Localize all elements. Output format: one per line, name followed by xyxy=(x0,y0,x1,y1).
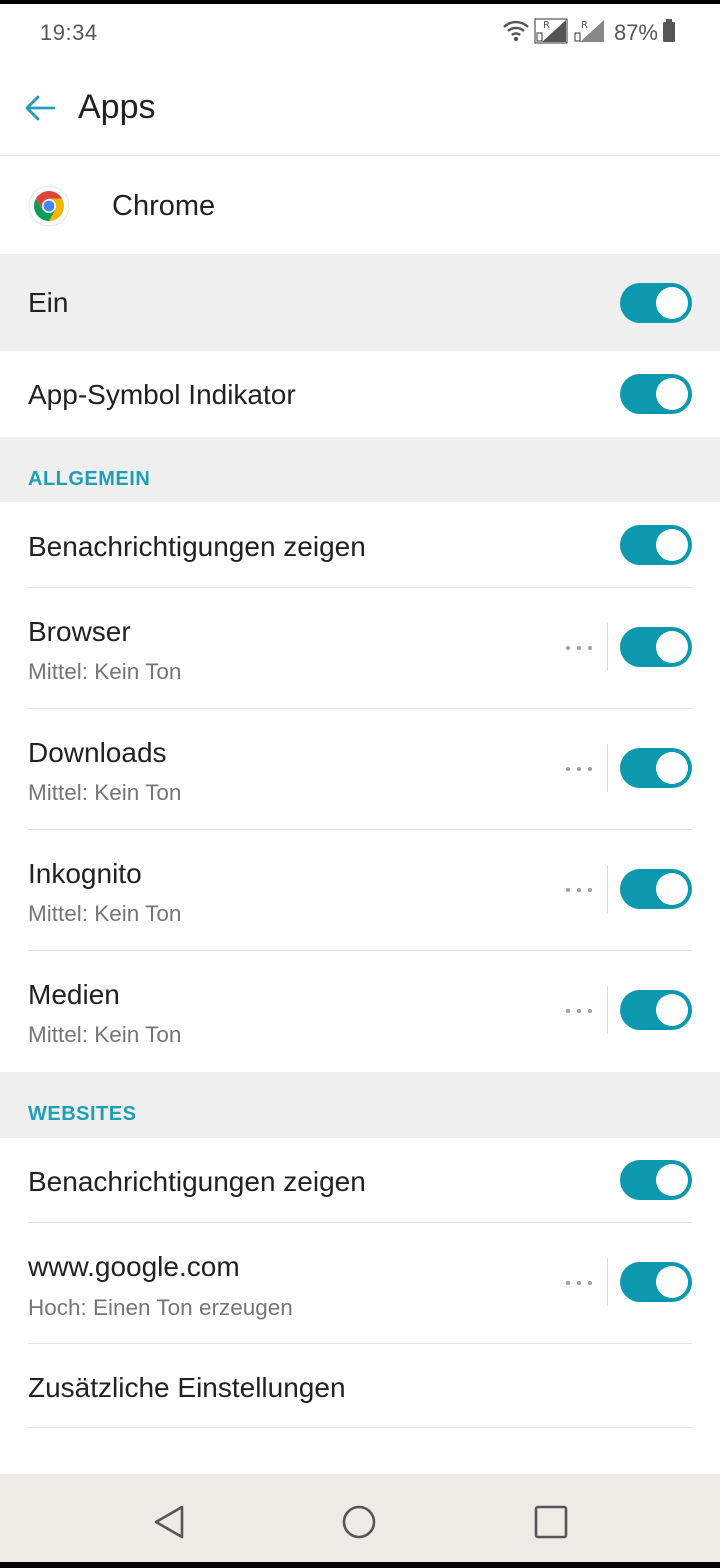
item-subtitle: Hoch: Einen Ton erzeugen xyxy=(28,1295,293,1320)
signal-roaming-icon: R xyxy=(572,18,606,49)
master-toggle-label: Ein xyxy=(28,287,69,318)
bottom-edge xyxy=(0,1562,720,1568)
more-options-icon[interactable] xyxy=(566,1273,592,1293)
back-button[interactable] xyxy=(18,88,62,128)
item-subtitle: Mittel: Kein Ton xyxy=(28,901,182,926)
section-header-websites: WEBSITES xyxy=(0,1072,720,1138)
channel-toggle[interactable] xyxy=(620,869,692,909)
website-row-google[interactable]: www.google.com Hoch: Einen Ton erzeugen xyxy=(0,1223,720,1344)
nav-back-button[interactable] xyxy=(145,1498,193,1546)
app-badge-toggle[interactable] xyxy=(620,374,692,414)
channel-row-inkognito[interactable]: Inkognito Mittel: Kein Ton xyxy=(0,830,720,951)
item-title: Inkognito xyxy=(28,858,142,889)
more-options-icon[interactable] xyxy=(566,880,592,900)
svg-text:R: R xyxy=(581,20,588,31)
status-icons: R R 87% xyxy=(502,17,676,49)
channel-row-downloads[interactable]: Downloads Mittel: Kein Ton xyxy=(0,709,720,830)
chrome-logo-icon xyxy=(28,185,70,227)
list-item[interactable]: Benachrichtigungen zeigen xyxy=(0,1138,720,1223)
arrow-left-icon xyxy=(25,95,56,121)
home-circle-icon xyxy=(342,1505,376,1539)
item-title: Medien xyxy=(28,979,120,1010)
app-info-row: Chrome xyxy=(0,157,720,254)
channel-toggle[interactable] xyxy=(620,627,692,667)
section-title: WEBSITES xyxy=(28,1103,137,1125)
item-title: www.google.com xyxy=(28,1251,240,1282)
vertical-separator xyxy=(607,744,608,792)
status-bar: 19:34 R R 87% xyxy=(0,4,720,60)
nav-home-button[interactable] xyxy=(335,1498,383,1546)
vertical-separator xyxy=(607,623,608,671)
item-subtitle: Mittel: Kein Ton xyxy=(28,780,182,805)
item-subtitle: Mittel: Kein Ton xyxy=(28,1022,182,1047)
navigation-bar xyxy=(0,1474,720,1568)
back-triangle-icon xyxy=(154,1505,184,1539)
nav-recents-button[interactable] xyxy=(527,1498,575,1546)
recents-square-icon xyxy=(534,1505,568,1539)
section-header-allgemein: ALLGEMEIN xyxy=(0,437,720,502)
more-options-icon[interactable] xyxy=(566,759,592,779)
battery-percent: 87% xyxy=(613,20,658,45)
website-notifications-toggle[interactable] xyxy=(620,1160,692,1200)
channel-row-browser[interactable]: Browser Mittel: Kein Ton xyxy=(0,588,720,709)
item-subtitle: Mittel: Kein Ton xyxy=(28,659,182,684)
vertical-separator xyxy=(607,986,608,1034)
website-toggle[interactable] xyxy=(620,1262,692,1302)
app-bar: Apps xyxy=(0,60,720,156)
divider xyxy=(28,1427,692,1428)
additional-settings-row[interactable]: Zusätzliche Einstellungen xyxy=(0,1344,720,1428)
wifi-icon xyxy=(502,19,530,48)
item-title: Downloads xyxy=(28,737,167,768)
channel-toggle[interactable] xyxy=(620,990,692,1030)
item-title: Zusätzliche Einstellungen xyxy=(28,1372,346,1403)
master-toggle-row[interactable]: Ein xyxy=(0,254,720,351)
more-options-icon[interactable] xyxy=(566,638,592,658)
item-title: Benachrichtigungen zeigen xyxy=(28,1166,366,1197)
status-time: 19:34 xyxy=(40,20,98,45)
more-options-icon[interactable] xyxy=(566,1001,592,1021)
app-badge-row[interactable]: App-Symbol Indikator xyxy=(0,351,720,437)
vertical-separator xyxy=(607,865,608,913)
item-title: Benachrichtigungen zeigen xyxy=(28,531,366,562)
app-badge-label: App-Symbol Indikator xyxy=(28,379,296,410)
list-item[interactable]: Benachrichtigungen zeigen xyxy=(0,502,720,588)
page-title: Apps xyxy=(78,88,156,126)
vertical-separator xyxy=(607,1258,608,1306)
app-name: Chrome xyxy=(112,190,216,222)
section-title: ALLGEMEIN xyxy=(28,468,151,490)
master-toggle-switch[interactable] xyxy=(620,283,692,323)
item-title: Browser xyxy=(28,616,131,647)
channel-toggle[interactable] xyxy=(620,748,692,788)
battery-icon xyxy=(662,18,676,48)
channel-row-medien[interactable]: Medien Mittel: Kein Ton xyxy=(0,951,720,1072)
svg-text:R: R xyxy=(543,20,550,31)
signal-roaming-icon: R xyxy=(534,17,568,49)
notifications-toggle[interactable] xyxy=(620,525,692,565)
